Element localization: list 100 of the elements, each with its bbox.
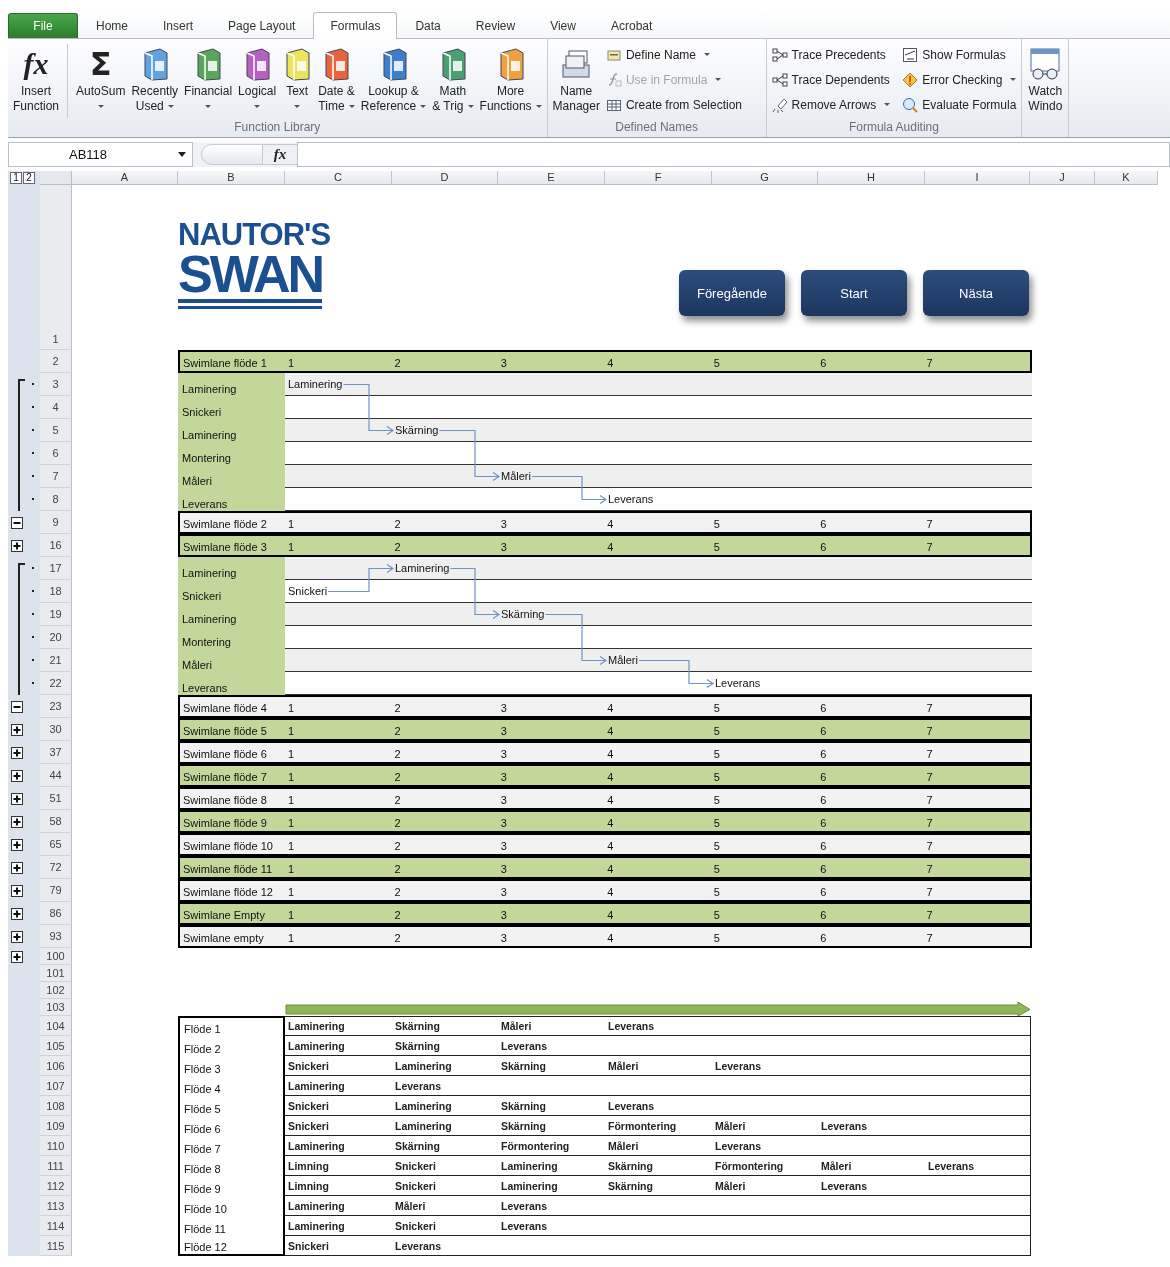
row-header[interactable]: 5 [40,419,72,442]
row-header[interactable]: 115 [40,1236,72,1256]
outline-level-button[interactable]: 2 [23,172,35,184]
column-header[interactable]: K [1095,171,1158,185]
column-header[interactable]: F [605,171,712,185]
row-header[interactable]: 2 [40,350,72,373]
row-header[interactable]: 6 [40,442,72,465]
collapse-button[interactable] [11,516,23,529]
name-box[interactable]: AB118 [8,142,193,167]
ribbon-button[interactable]: Trace Precedents [768,42,894,67]
collapse-button[interactable] [11,700,23,713]
row-header[interactable]: 93 [40,925,72,948]
ribbon-button[interactable]: Watch Windo [1024,42,1067,116]
expand-button[interactable] [11,769,23,782]
insert-function-button[interactable]: fx [263,144,297,165]
row-header[interactable]: 51 [40,787,72,810]
row-header[interactable]: 18 [40,580,72,603]
ribbon-button[interactable]: Evaluate Formula [899,92,1020,117]
row-header[interactable]: 30 [40,718,72,741]
column-header[interactable]: E [498,171,605,185]
ribbon-button[interactable]: Trace Dependents [768,67,894,92]
ribbon-button[interactable]: Logical [235,42,280,110]
row-header[interactable]: 105 [40,1036,72,1056]
row-header[interactable]: 7 [40,465,72,488]
outline-level-button[interactable]: 1 [10,172,22,184]
row-header[interactable]: 109 [40,1116,72,1136]
expand-button[interactable] [11,861,23,874]
column-header[interactable]: H [818,171,925,185]
column-header[interactable]: C [285,171,392,185]
column-header[interactable]: D [392,171,498,185]
row-header[interactable]: 86 [40,902,72,925]
row-header[interactable]: 4 [40,396,72,419]
ribbon-tab[interactable]: Review [458,13,533,38]
expand-button[interactable] [11,539,23,552]
row-header[interactable]: 19 [40,603,72,626]
row-header[interactable]: 1 [40,185,72,350]
nav-button[interactable]: Föregående [679,270,785,316]
ribbon-tab[interactable]: Insert [146,13,211,38]
row-header[interactable]: 101 [40,965,72,982]
ribbon-button[interactable]: Define Name [602,42,745,67]
ribbon-tab[interactable]: Data [398,13,458,38]
ribbon-tab[interactable]: Home [79,13,145,38]
row-header[interactable]: 44 [40,764,72,787]
row-header[interactable]: 65 [40,833,72,856]
splitter-handle[interactable] [201,144,263,165]
row-header[interactable]: 113 [40,1196,72,1216]
column-header[interactable]: J [1030,171,1095,185]
row-header[interactable]: 100 [40,948,72,965]
expand-button[interactable] [11,838,23,851]
row-header[interactable]: 114 [40,1216,72,1236]
expand-button[interactable] [11,950,23,963]
row-header[interactable]: 104 [40,1016,72,1036]
expand-button[interactable] [11,723,23,736]
row-header[interactable]: 79 [40,879,72,902]
nav-button[interactable]: Start [801,270,907,316]
ribbon-button[interactable]: fx Insert Function [10,42,63,116]
ribbon-button[interactable]: Show Formulas [899,42,1020,67]
ribbon-button[interactable]: More Functions [476,42,545,116]
ribbon-button[interactable]: Date & Time [315,42,358,116]
row-header[interactable]: 102 [40,982,72,999]
row-header[interactable]: 37 [40,741,72,764]
ribbon-button[interactable]: Name Manager [549,42,603,116]
expand-button[interactable] [11,792,23,805]
ribbon-button[interactable]: Error Checking [899,67,1020,92]
expand-button[interactable] [11,930,23,943]
row-header[interactable]: 22 [40,672,72,695]
column-header[interactable]: I [925,171,1030,185]
ribbon-button[interactable]: Lookup & Reference [357,42,430,116]
row-header[interactable]: 107 [40,1076,72,1096]
row-header[interactable]: 110 [40,1136,72,1156]
column-header[interactable]: A [72,171,178,185]
row-header[interactable]: 8 [40,488,72,511]
row-header[interactable]: 103 [40,999,72,1016]
ribbon-button[interactable]: Σ AutoSum [73,42,129,110]
ribbon-button[interactable]: Remove Arrows [768,92,894,117]
nav-button[interactable]: Nästa [923,270,1029,316]
row-header[interactable]: 108 [40,1096,72,1116]
ribbon-button[interactable]: Financial [181,42,236,110]
ribbon-button[interactable]: Create from Selection [602,92,745,117]
expand-button[interactable] [11,815,23,828]
row-header[interactable]: 21 [40,649,72,672]
row-header[interactable]: 111 [40,1156,72,1176]
ribbon-button[interactable]: Math & Trig [429,42,477,116]
expand-button[interactable] [11,746,23,759]
ribbon-tab[interactable]: Formulas [313,12,398,39]
row-header[interactable]: 72 [40,856,72,879]
row-header[interactable]: 58 [40,810,72,833]
row-header[interactable]: 23 [40,695,72,718]
ribbon-tab[interactable]: Acrobat [593,13,670,38]
column-header[interactable]: B [178,171,285,185]
row-header[interactable]: 3 [40,373,72,396]
ribbon-button[interactable]: Text [279,42,316,110]
row-header[interactable]: 20 [40,626,72,649]
expand-button[interactable] [11,884,23,897]
column-header[interactable]: G [712,171,818,185]
row-header[interactable]: 106 [40,1056,72,1076]
row-header[interactable]: 16 [40,534,72,557]
ribbon-tab[interactable]: View [533,13,593,38]
ribbon-tab[interactable]: Page Layout [211,13,313,38]
row-header[interactable]: 112 [40,1176,72,1196]
